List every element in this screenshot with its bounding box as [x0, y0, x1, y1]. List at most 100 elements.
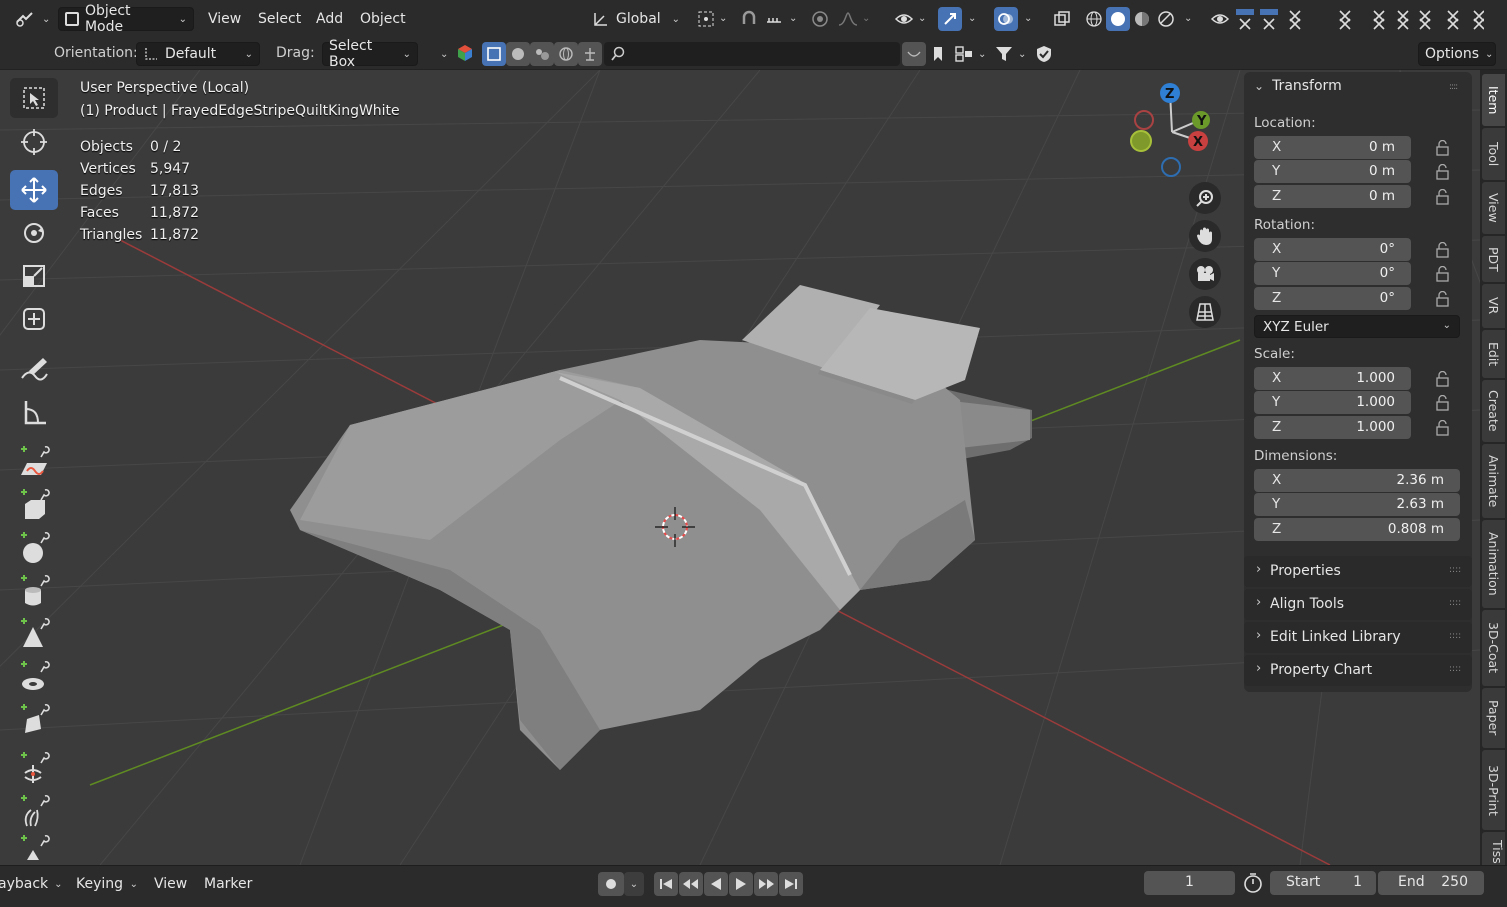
shading-wireframe-icon[interactable] [1082, 7, 1106, 31]
menu-add[interactable]: Add [310, 7, 349, 31]
dimensions-y-field[interactable]: Y 2.63 m [1254, 493, 1460, 516]
stopwatch-icon[interactable] [1242, 872, 1266, 894]
lock-icon[interactable] [1435, 395, 1453, 411]
shading-material-icon[interactable] [1130, 7, 1154, 31]
tab-edit[interactable]: Edit [1482, 330, 1505, 378]
options-dropdown[interactable]: Options ⌄ [1418, 42, 1496, 66]
scale-y-field[interactable]: Y 1.000 [1254, 391, 1411, 414]
pan-hand-icon[interactable] [1189, 220, 1221, 252]
filter-icon[interactable] [992, 42, 1016, 66]
tool-measure[interactable] [10, 393, 58, 433]
xray-icon[interactable] [1050, 7, 1074, 31]
visibility-icon[interactable] [892, 7, 916, 31]
proportional-edit-icon[interactable] [808, 7, 832, 31]
dimensions-x-field[interactable]: X 2.36 m [1254, 469, 1460, 492]
tool-add-cone[interactable] [10, 614, 58, 654]
edit-linked-library-panel-header[interactable]: › Edit Linked Library :::: [1244, 622, 1472, 653]
menu-view[interactable]: View [202, 7, 247, 31]
location-y-field[interactable]: Y0 m [1254, 160, 1411, 183]
tool-cursor[interactable] [10, 122, 58, 162]
select-mode-rig-icon[interactable] [578, 42, 602, 66]
chevron-down-icon[interactable]: ⌄ [440, 49, 448, 60]
dimensions-z-field[interactable]: Z 0.808 m [1254, 518, 1460, 541]
chevron-down-icon[interactable]: ⌄ [978, 49, 986, 60]
mode-dropdown[interactable]: Object Mode ⌄ [58, 3, 194, 35]
select-mode-box-icon[interactable] [482, 42, 506, 66]
shield-icon[interactable] [1032, 42, 1056, 66]
chevron-down-icon[interactable]: ⌄ [719, 13, 727, 24]
drag-grip-icon[interactable]: :::: [1449, 631, 1461, 641]
next-keyframe-icon[interactable] [754, 872, 778, 896]
lock-icon[interactable] [1435, 420, 1453, 436]
playback-menu[interactable]: ayback ⌄ [0, 872, 66, 896]
location-x-field[interactable]: X0 m [1254, 136, 1411, 159]
tool-rotate[interactable] [10, 213, 58, 253]
lock-icon[interactable] [1435, 140, 1453, 156]
rotation-mode-dropdown[interactable]: XYZ Euler ⌄ [1254, 315, 1460, 338]
menu-object[interactable]: Object [354, 7, 412, 31]
snap-icon[interactable] [737, 7, 761, 31]
lock-icon[interactable] [1435, 242, 1453, 258]
start-frame-field[interactable]: Start 1 [1270, 871, 1376, 895]
select-mode-sphere-icon[interactable] [506, 42, 530, 66]
menu-select[interactable]: Select [252, 7, 307, 31]
snap-target-icon[interactable] [762, 7, 786, 31]
align-tools-panel-header[interactable]: › Align Tools :::: [1244, 589, 1472, 620]
camera-view-icon[interactable] [1189, 258, 1221, 290]
transform-panel-header[interactable]: ⌄ Transform [1254, 78, 1342, 94]
tab-create[interactable]: Create [1482, 380, 1505, 442]
tool-select-box[interactable] [10, 78, 58, 118]
tab-vr[interactable]: VR [1482, 284, 1505, 328]
orientation-dropdown[interactable]: Default ⌄ [136, 42, 260, 66]
tool-move[interactable] [10, 170, 58, 210]
falloff-icon[interactable] [836, 7, 860, 31]
search-input[interactable] [604, 42, 900, 66]
record-options-icon[interactable]: ⌄ [624, 872, 644, 896]
zoom-icon[interactable] [1189, 182, 1221, 214]
drag-grip-icon[interactable]: :::: [1449, 565, 1461, 575]
rotation-x-field[interactable]: X 0° [1254, 238, 1411, 261]
select-mode-particles-icon[interactable] [530, 42, 554, 66]
display-mode-icon[interactable] [952, 42, 976, 66]
tool-transform[interactable] [10, 299, 58, 339]
tool-add-cube[interactable] [10, 485, 58, 525]
tab-animation[interactable]: Animation [1482, 520, 1505, 608]
tool-add-hair[interactable] [10, 791, 58, 831]
tab-3d-print[interactable]: 3D-Print [1482, 750, 1505, 830]
play-reverse-icon[interactable] [704, 872, 728, 896]
drag-grip-icon[interactable]: :::: [1449, 82, 1465, 92]
chevron-down-icon[interactable]: ⌄ [1024, 13, 1032, 24]
chevron-down-icon[interactable]: ⌄ [918, 13, 926, 24]
scale-z-field[interactable]: Z 1.000 [1254, 416, 1411, 439]
drag-grip-icon[interactable]: :::: [1449, 598, 1461, 608]
chevron-down-icon[interactable]: ⌄ [862, 13, 870, 24]
perspective-grid-icon[interactable] [1189, 296, 1221, 328]
tool-add-torus[interactable] [10, 657, 58, 697]
lock-icon[interactable] [1435, 371, 1453, 387]
properties-panel-header[interactable]: › Properties :::: [1244, 556, 1472, 587]
chevron-down-icon[interactable]: ⌄ [789, 13, 797, 24]
jump-start-icon[interactable] [654, 872, 678, 896]
tool-add-sphere[interactable] [10, 528, 58, 568]
jump-end-icon[interactable] [779, 872, 803, 896]
pivot-point-icon[interactable] [694, 7, 718, 31]
lock-icon[interactable] [1435, 189, 1453, 205]
tool-scale[interactable] [10, 256, 58, 296]
tab-paper[interactable]: Paper [1482, 688, 1505, 748]
chevron-down-icon[interactable]: ⌄ [1184, 13, 1192, 24]
tool-add-plane[interactable] [10, 442, 58, 482]
lock-icon[interactable] [1435, 266, 1453, 282]
prev-keyframe-icon[interactable] [679, 872, 703, 896]
tab-view[interactable]: View [1482, 182, 1505, 234]
shading-rendered-icon[interactable] [1154, 7, 1178, 31]
shading-solid-icon[interactable] [1106, 7, 1130, 31]
drag-grip-icon[interactable]: :::: [1449, 664, 1461, 674]
color-cube-icon[interactable] [456, 44, 474, 62]
tab-pdt[interactable]: PDT [1482, 236, 1505, 282]
tab-item[interactable]: Item [1482, 74, 1505, 126]
select-mode-world-icon[interactable] [554, 42, 578, 66]
keying-menu[interactable]: Keying ⌄ [70, 872, 144, 896]
addon-icons-strip[interactable] [1234, 9, 1485, 31]
chevron-down-icon[interactable]: ⌄ [1018, 49, 1026, 60]
filter-curve-icon[interactable] [902, 42, 926, 66]
